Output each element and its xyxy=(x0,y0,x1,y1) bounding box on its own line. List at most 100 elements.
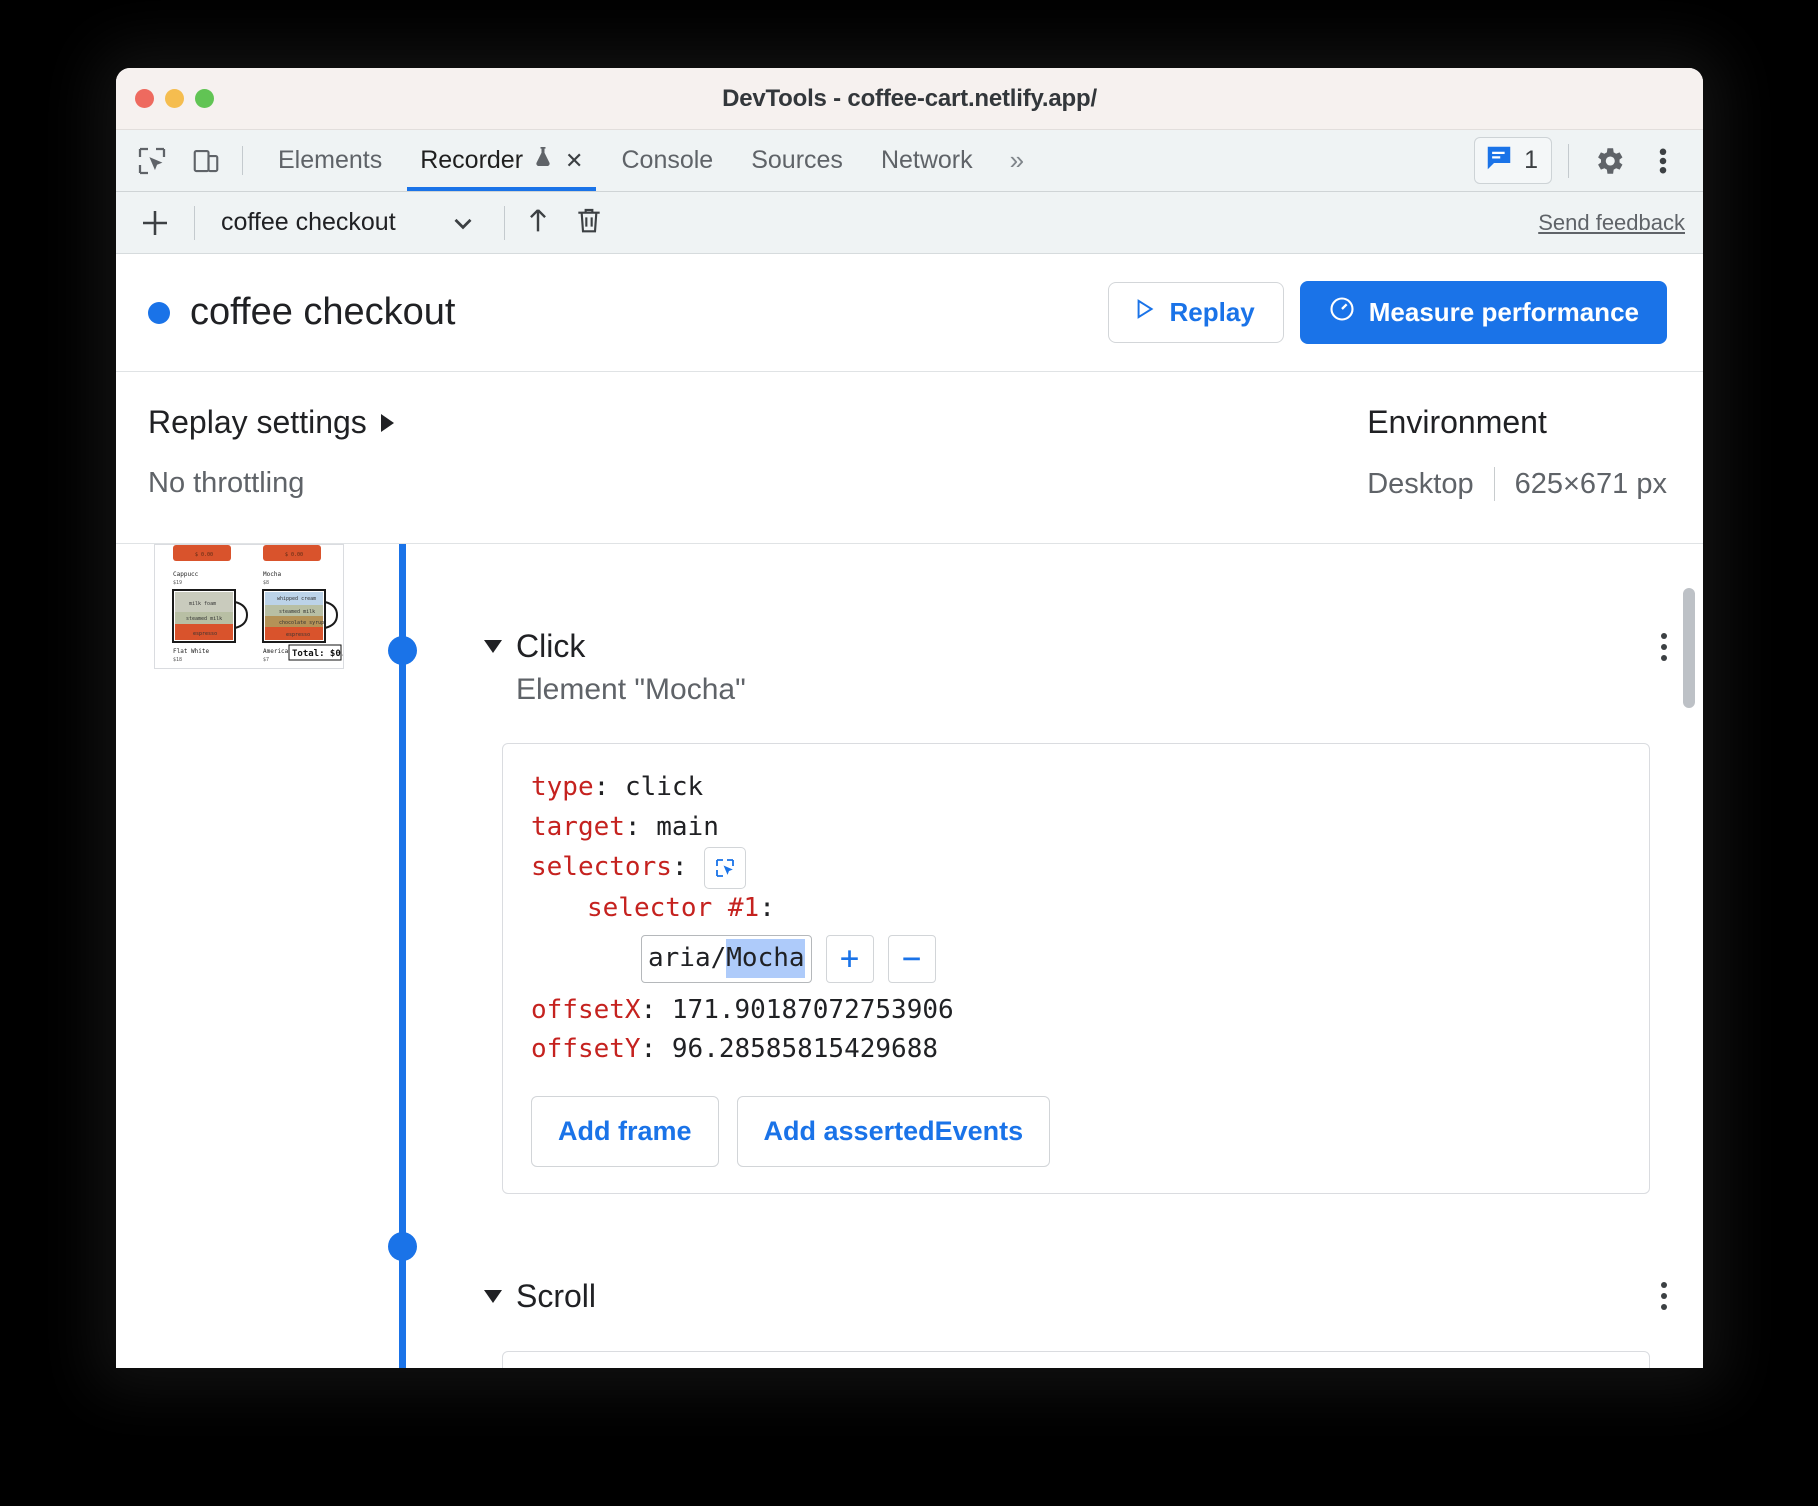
chevron-down-icon[interactable] xyxy=(448,208,478,238)
environment-divider xyxy=(1493,467,1495,501)
window-title: DevTools - coffee-cart.netlify.app/ xyxy=(722,84,1097,112)
field-offsetx: offsetX: 171.90187072753906 xyxy=(531,991,1621,1031)
inspect-icon[interactable] xyxy=(132,141,172,181)
svg-text:milk foam: milk foam xyxy=(189,601,216,607)
device-value: Desktop xyxy=(1367,467,1474,500)
recording-title-group: coffee checkout xyxy=(148,291,455,334)
environment-label: Environment xyxy=(1367,404,1547,440)
toolbar-divider-2 xyxy=(503,205,505,240)
step-click-menu-icon[interactable] xyxy=(1661,632,1667,661)
viewport-value: 625×671 px xyxy=(1514,467,1667,500)
svg-text:$ 0.00: $ 0.00 xyxy=(285,552,303,558)
select-element-icon[interactable] xyxy=(703,847,746,890)
svg-text:Flat White: Flat White xyxy=(173,648,210,655)
step-screenshot-thumbnail[interactable]: $ 0.00 $ 0.00 Cappucc $19 Mocha $8 milk … xyxy=(154,544,344,669)
screenshot-root: DevTools - coffee-cart.netlify.app/ Elem… xyxy=(0,0,1818,1506)
field-offsetx-key: offsetX xyxy=(531,994,641,1025)
tab-sources[interactable]: Sources xyxy=(732,130,862,191)
steps-scrollbar[interactable] xyxy=(1683,588,1695,708)
step-scroll-title: Scroll xyxy=(516,1277,597,1314)
tab-console-label: Console xyxy=(621,146,714,174)
remove-selector-button[interactable]: − xyxy=(887,934,936,983)
step-scroll-menu-icon[interactable] xyxy=(1661,1282,1667,1311)
tab-list: Elements Recorder ✕ Console Sources Netw… xyxy=(259,130,1042,191)
environment-group: Environment Desktop 625×671 px xyxy=(1367,404,1667,543)
performance-gauge-icon xyxy=(1328,295,1356,330)
step-click-title: Click xyxy=(516,628,586,664)
devtools-tool-icons xyxy=(132,130,226,191)
replay-button[interactable]: Replay xyxy=(1107,282,1284,343)
selector-input[interactable]: aria/Mocha xyxy=(641,934,812,983)
svg-text:Mocha: Mocha xyxy=(263,571,281,578)
measure-performance-button[interactable]: Measure performance xyxy=(1299,281,1667,344)
steps-area: $ 0.00 $ 0.00 Cappucc $19 Mocha $8 milk … xyxy=(116,544,1703,1368)
step-click-subtitle: Element "Mocha" xyxy=(516,673,746,706)
more-tabs-icon[interactable]: » xyxy=(992,130,1042,191)
tab-elements-label: Elements xyxy=(278,146,383,174)
field-selector-1-key: selector #1 xyxy=(587,893,760,924)
replay-settings-toggle[interactable]: Replay settings xyxy=(148,404,394,441)
field-offsety-value: 96.28585815429688 xyxy=(671,1034,938,1065)
thumbnail-image: $ 0.00 $ 0.00 Cappucc $19 Mocha $8 milk … xyxy=(155,545,343,668)
tab-recorder-label: Recorder xyxy=(420,146,524,174)
svg-text:steamed milk: steamed milk xyxy=(186,616,222,622)
issues-count: 1 xyxy=(1524,146,1538,174)
recording-header: coffee checkout Replay Measure performan… xyxy=(116,254,1703,372)
recorder-toolbar: coffee checkout Send feedback xyxy=(116,192,1703,254)
new-recording-button[interactable] xyxy=(132,200,178,246)
tab-recorder[interactable]: Recorder ✕ xyxy=(401,130,602,191)
trash-icon[interactable] xyxy=(573,203,605,242)
play-triangle-icon xyxy=(1131,296,1157,329)
selector-input-row: aria/Mocha + − xyxy=(531,934,1621,983)
selector-input-prefix: aria/ xyxy=(648,942,727,973)
selector-input-selected-text: Mocha xyxy=(726,938,805,979)
issues-icon xyxy=(1484,143,1514,178)
timeline-dot-scroll[interactable] xyxy=(388,1232,417,1261)
step-click-add-buttons: Add frame Add assertedEvents xyxy=(531,1095,1621,1167)
svg-text:chocolate syrup: chocolate syrup xyxy=(279,620,324,626)
steps-list: Click Element "Mocha" type: click target… xyxy=(436,544,1703,1368)
issues-button[interactable]: 1 xyxy=(1474,137,1552,184)
gear-icon[interactable] xyxy=(1585,137,1633,185)
svg-text:whipped cream: whipped cream xyxy=(277,596,316,602)
tab-elements[interactable]: Elements xyxy=(259,130,401,191)
tabbar-divider xyxy=(242,146,243,175)
add-frame-button[interactable]: Add frame xyxy=(531,1095,719,1167)
field-selectors-key: selectors xyxy=(531,852,672,883)
replay-button-label: Replay xyxy=(1169,297,1255,327)
add-selector-button[interactable]: + xyxy=(825,934,874,983)
step-scroll-header[interactable]: Scroll xyxy=(484,1270,1667,1315)
field-selectors: selectors: xyxy=(531,847,1621,890)
add-asserted-events-button[interactable]: Add assertedEvents xyxy=(736,1095,1051,1167)
svg-text:$19: $19 xyxy=(173,580,182,586)
send-feedback-link[interactable]: Send feedback xyxy=(1538,210,1685,236)
svg-text:$8: $8 xyxy=(263,580,269,586)
recorder-actions xyxy=(521,203,605,242)
recording-selector-label[interactable]: coffee checkout xyxy=(221,208,396,237)
step-scroll-details xyxy=(502,1350,1650,1368)
flask-icon xyxy=(531,144,555,177)
svg-text:$18: $18 xyxy=(173,657,182,663)
field-offsetx-value: 171.90187072753906 xyxy=(671,994,954,1025)
more-vert-icon[interactable] xyxy=(1639,137,1687,185)
timeline-dot-click[interactable] xyxy=(388,636,417,665)
tab-network[interactable]: Network xyxy=(862,130,992,191)
step-click-header[interactable]: Click xyxy=(484,620,1667,665)
tabbar-right-divider xyxy=(1568,143,1569,178)
field-type-value: click xyxy=(624,772,704,802)
recording-header-actions: Replay Measure performance xyxy=(1107,281,1667,344)
field-type: type: click xyxy=(531,768,1621,808)
replay-settings-group: Replay settings No throttling xyxy=(148,404,394,543)
export-icon[interactable] xyxy=(521,203,555,242)
tab-console[interactable]: Console xyxy=(602,130,732,191)
devtools-tabbar: Elements Recorder ✕ Console Sources Netw… xyxy=(116,130,1703,192)
measure-performance-label: Measure performance xyxy=(1368,297,1639,327)
devtools-window: DevTools - coffee-cart.netlify.app/ Elem… xyxy=(116,68,1703,1368)
tab-sources-label: Sources xyxy=(751,146,843,174)
field-target: target: main xyxy=(531,808,1621,848)
close-icon[interactable]: ✕ xyxy=(565,148,583,174)
device-toolbar-icon[interactable] xyxy=(186,141,226,181)
chevron-down-icon[interactable] xyxy=(484,640,502,653)
svg-text:steamed milk: steamed milk xyxy=(279,609,315,615)
chevron-down-icon[interactable] xyxy=(484,1289,502,1303)
